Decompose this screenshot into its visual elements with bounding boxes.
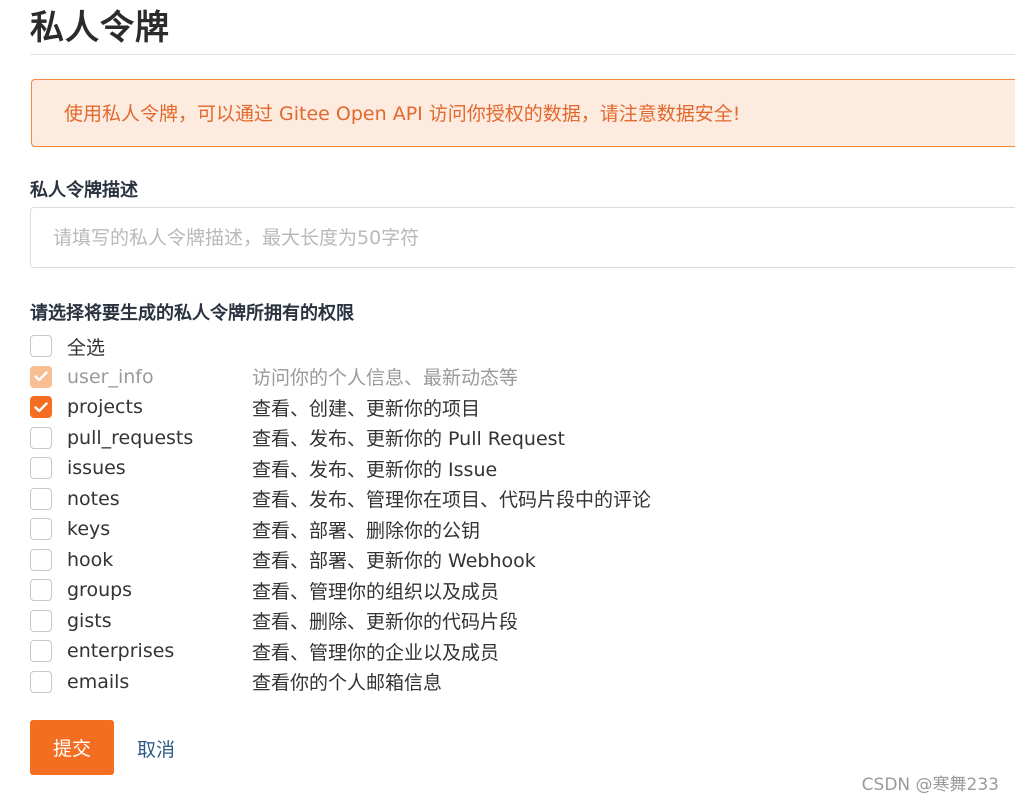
permission-name: issues bbox=[67, 457, 126, 480]
permission-row-projects: projects 查看、创建、更新你的项目 bbox=[30, 392, 730, 423]
permission-checkbox-gists[interactable] bbox=[30, 609, 52, 632]
description-input[interactable] bbox=[30, 207, 1015, 268]
select-all-checkbox[interactable] bbox=[30, 335, 52, 358]
permission-row-enterprises: enterprises 查看、管理你的企业以及成员 bbox=[30, 636, 730, 667]
permission-checkbox-notes[interactable] bbox=[30, 487, 52, 510]
watermark: CSDN @寒舞233 bbox=[861, 775, 999, 795]
permission-name: notes bbox=[67, 487, 120, 510]
permission-checkbox-pull-requests[interactable] bbox=[30, 426, 52, 449]
permission-description: 查看、发布、更新你的 Pull Request bbox=[252, 428, 565, 451]
permission-checkbox-user-info bbox=[30, 365, 52, 388]
permission-description: 查看、管理你的组织以及成员 bbox=[252, 580, 500, 603]
submit-button[interactable]: 提交 bbox=[30, 720, 114, 775]
permission-row-hook: hook 查看、部署、更新你的 Webhook bbox=[30, 545, 730, 576]
permission-description: 查看、创建、更新你的项目 bbox=[252, 397, 481, 420]
permission-description: 访问你的个人信息、最新动态等 bbox=[252, 367, 519, 390]
permission-name: emails bbox=[67, 670, 130, 693]
permission-description: 查看、发布、更新你的 Issue bbox=[252, 458, 498, 481]
permission-name: keys bbox=[67, 518, 111, 541]
select-all-row: 全选 bbox=[30, 331, 730, 362]
select-all-label: 全选 bbox=[67, 336, 106, 359]
permission-row-gists: gists 查看、删除、更新你的代码片段 bbox=[30, 606, 730, 637]
permission-description: 查看、删除、更新你的代码片段 bbox=[252, 611, 519, 634]
permission-description: 查看、发布、管理你在项目、代码片段中的评论 bbox=[252, 489, 652, 512]
permission-row-emails: emails 查看你的个人邮箱信息 bbox=[30, 667, 730, 698]
permission-row-groups: groups 查看、管理你的组织以及成员 bbox=[30, 575, 730, 606]
permission-name: projects bbox=[67, 396, 143, 419]
permission-checkbox-groups[interactable] bbox=[30, 579, 52, 602]
permission-list: 全选 user_info 访问你的个人信息、最新动态等 projects 查看、创建、… bbox=[30, 331, 730, 697]
permission-row-notes: notes 查看、发布、管理你在项目、代码片段中的评论 bbox=[30, 484, 730, 515]
permissions-label: 请选择将要生成的私人令牌所拥有的权限 bbox=[30, 303, 354, 324]
permission-checkbox-emails[interactable] bbox=[30, 670, 52, 693]
permission-checkbox-hook[interactable] bbox=[30, 548, 52, 571]
permission-name: user_info bbox=[67, 365, 154, 388]
permission-name: pull_requests bbox=[67, 426, 194, 449]
description-label: 私人令牌描述 bbox=[30, 180, 138, 201]
permission-checkbox-keys[interactable] bbox=[30, 518, 52, 541]
private-token-page: 私人令牌 使用私人令牌，可以通过 Gitee Open API 访问你授权的数据… bbox=[0, 0, 1015, 801]
cancel-link[interactable]: 取消 bbox=[137, 735, 175, 762]
check-icon bbox=[34, 402, 48, 412]
permission-name: enterprises bbox=[67, 640, 175, 663]
permission-description: 查看、部署、删除你的公钥 bbox=[252, 519, 481, 542]
permission-checkbox-projects[interactable] bbox=[30, 396, 52, 419]
permission-row-issues: issues 查看、发布、更新你的 Issue bbox=[30, 453, 730, 484]
page-title: 私人令牌 bbox=[30, 8, 170, 48]
title-divider bbox=[30, 54, 1015, 55]
permission-name: groups bbox=[67, 579, 133, 602]
permission-row-user-info: user_info 访问你的个人信息、最新动态等 bbox=[30, 362, 730, 393]
permission-checkbox-issues[interactable] bbox=[30, 457, 52, 480]
permission-description: 查看你的个人邮箱信息 bbox=[252, 672, 443, 695]
permission-checkbox-enterprises[interactable] bbox=[30, 640, 52, 663]
security-notice: 使用私人令牌，可以通过 Gitee Open API 访问你授权的数据，请注意数… bbox=[31, 79, 1015, 147]
permission-name: gists bbox=[67, 609, 112, 632]
permission-name: hook bbox=[67, 548, 114, 571]
permission-row-pull-requests: pull_requests 查看、发布、更新你的 Pull Request bbox=[30, 423, 730, 454]
permission-row-keys: keys 查看、部署、删除你的公钥 bbox=[30, 514, 730, 545]
check-icon bbox=[34, 371, 48, 382]
permission-description: 查看、管理你的企业以及成员 bbox=[252, 641, 500, 664]
permission-description: 查看、部署、更新你的 Webhook bbox=[252, 550, 536, 573]
